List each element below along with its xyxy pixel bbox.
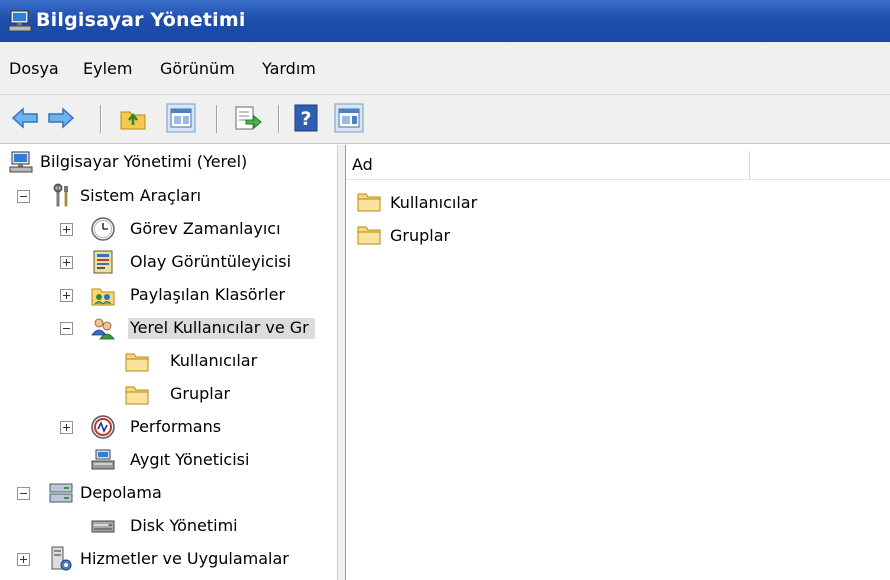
tree-item-root[interactable]: Bilgisayar Yönetimi (Yerel) — [0, 147, 337, 179]
menu-help[interactable]: Yardım — [262, 59, 316, 78]
tree-item-services-apps[interactable]: Hizmetler ve Uygulamalar — [0, 544, 337, 576]
show-hide-action-pane-icon[interactable] — [334, 103, 364, 133]
tree-item-label: Olay Görüntüleyicisi — [130, 252, 292, 271]
tools-icon — [53, 183, 68, 207]
collapse-toggle[interactable] — [60, 322, 73, 335]
toolbar-separator — [216, 105, 218, 133]
expand-toggle[interactable] — [60, 256, 73, 269]
menu-view[interactable]: Görünüm — [160, 59, 235, 78]
tree-item-performance[interactable]: Performans — [0, 412, 337, 444]
tree-item-label: Bilgisayar Yönetimi (Yerel) — [40, 152, 248, 171]
forward-icon[interactable] — [46, 103, 76, 133]
export-list-icon[interactable] — [232, 103, 262, 133]
users-groups-icon — [91, 318, 115, 340]
folder-icon — [357, 193, 381, 212]
folder-icon — [125, 353, 149, 372]
svg-text:?: ? — [300, 108, 311, 130]
tree-item-label: Gruplar — [170, 384, 231, 403]
tree-item-users[interactable]: Kullanıcılar — [0, 346, 337, 378]
tree-item-shared-folders[interactable]: Paylaşılan Klasörler — [0, 280, 337, 312]
storage-icon — [49, 483, 73, 503]
computer-management-icon — [8, 10, 32, 32]
collapse-toggle[interactable] — [17, 487, 30, 500]
list-header: Ad — [346, 151, 890, 180]
performance-icon — [91, 415, 115, 439]
expand-toggle[interactable] — [17, 553, 30, 566]
expand-toggle[interactable] — [60, 289, 73, 302]
tree-item-system-tools[interactable]: Sistem Araçları — [0, 181, 337, 213]
column-header-name[interactable]: Ad — [346, 151, 750, 179]
show-hide-console-tree-icon[interactable] — [166, 103, 196, 133]
tree-item-event-viewer[interactable]: Olay Görüntüleyicisi — [0, 247, 337, 279]
event-viewer-icon — [93, 250, 113, 274]
clock-icon — [91, 217, 115, 241]
menu-bar: Dosya Eylem Görünüm Yardım — [0, 42, 890, 95]
expand-toggle[interactable] — [60, 421, 73, 434]
column-header-label: Ad — [352, 155, 373, 174]
tree-item-label: Aygıt Yöneticisi — [130, 450, 250, 469]
list-item-label: Gruplar — [390, 226, 451, 245]
tree-item-groups[interactable]: Gruplar — [0, 379, 337, 411]
tree-item-label: Görev Zamanlayıcı — [130, 219, 281, 238]
tree-item-disk-management[interactable]: Disk Yönetimi — [0, 511, 337, 543]
up-folder-icon[interactable] — [118, 103, 148, 133]
computer-management-icon — [9, 151, 33, 173]
tree-item-label: Paylaşılan Klasörler — [130, 285, 286, 304]
disk-management-icon — [91, 520, 115, 533]
tree-item-label: Kullanıcılar — [170, 351, 258, 370]
column-header-extra[interactable] — [750, 151, 890, 179]
list-item-label: Kullanıcılar — [390, 193, 478, 212]
tree-item-label: Depolama — [80, 483, 162, 502]
tree-item-label: Performans — [130, 417, 222, 436]
pane-splitter[interactable] — [337, 145, 346, 580]
window-title: Bilgisayar Yönetimi — [36, 9, 246, 31]
title-bar[interactable]: Bilgisayar Yönetimi — [0, 0, 890, 42]
collapse-toggle[interactable] — [17, 190, 30, 203]
menu-file[interactable]: Dosya — [9, 59, 59, 78]
toolbar-separator — [100, 105, 102, 133]
tree-item-storage[interactable]: Depolama — [0, 478, 337, 510]
back-icon[interactable] — [10, 103, 40, 133]
device-manager-icon — [91, 449, 115, 470]
shared-folders-icon — [91, 288, 115, 306]
tree-item-local-users-groups[interactable]: Yerel Kullanıcılar ve Gr — [0, 313, 337, 345]
console-tree[interactable]: Bilgisayar Yönetimi (Yerel) Sistem Araçl… — [0, 145, 337, 580]
toolbar-separator — [278, 105, 280, 133]
toolbar: ? — [0, 95, 890, 144]
tree-item-label: Hizmetler ve Uygulamalar — [80, 549, 289, 568]
tree-item-label: Disk Yönetimi — [130, 516, 238, 535]
tree-item-label: Sistem Araçları — [80, 186, 202, 205]
help-icon[interactable]: ? — [292, 103, 322, 133]
expand-toggle[interactable] — [60, 223, 73, 236]
services-icon — [51, 546, 72, 571]
folder-icon — [357, 226, 381, 245]
details-pane[interactable]: Ad Kullanıcılar Gruplar — [346, 145, 890, 580]
menu-action[interactable]: Eylem — [83, 59, 132, 78]
folder-icon — [125, 386, 149, 405]
tree-item-device-manager[interactable]: Aygıt Yöneticisi — [0, 445, 337, 477]
tree-item-task-scheduler[interactable]: Görev Zamanlayıcı — [0, 214, 337, 246]
tree-item-label: Yerel Kullanıcılar ve Gr — [128, 318, 315, 339]
